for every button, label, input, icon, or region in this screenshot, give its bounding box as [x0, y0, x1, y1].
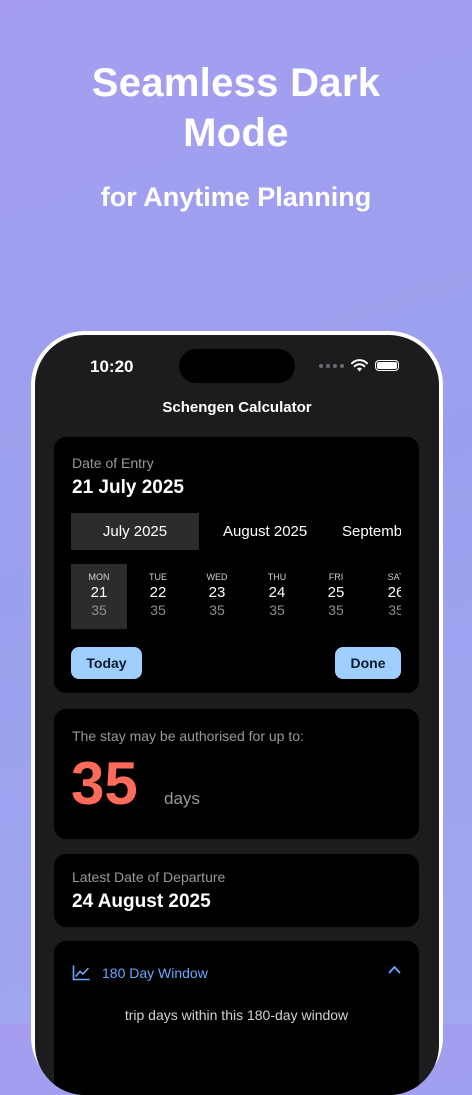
stay-label: The stay may be authorised for up to:	[72, 728, 304, 744]
day-cell-26[interactable]: SAT 26 35	[368, 564, 401, 629]
window-subtitle: trip days within this 180-day window	[124, 1007, 349, 1023]
nav-title: Schengen Calculator	[162, 399, 312, 416]
day-remaining-count: 35	[209, 602, 225, 618]
window-card[interactable]: 180 Day Window trip days within this 180…	[54, 941, 419, 1095]
promo-headline: Seamless Dark Mode	[0, 58, 472, 158]
day-selector: MON 21 35 TUE 22 35 WED 23 35 THU 24 35 …	[71, 564, 401, 629]
day-number: 21	[90, 584, 108, 601]
entry-label: Date of Entry	[72, 455, 154, 471]
status-icons	[319, 359, 399, 372]
day-remaining-count: 35	[91, 602, 107, 618]
entry-date-value: 21 July 2025	[72, 477, 184, 498]
battery-icon	[375, 360, 399, 371]
day-remaining-count: 35	[150, 602, 166, 618]
month-tab-august[interactable]: August 2025	[223, 513, 307, 550]
day-number: 22	[149, 584, 167, 601]
stay-duration-card: The stay may be authorised for up to: 35…	[54, 709, 419, 839]
day-weekday: TUE	[149, 572, 167, 582]
day-weekday: THU	[267, 572, 287, 582]
day-cell-21[interactable]: MON 21 35	[71, 564, 127, 629]
dynamic-island	[179, 349, 295, 383]
month-tab-july[interactable]: July 2025	[71, 513, 199, 550]
day-remaining-count: 35	[269, 602, 285, 618]
day-number: 25	[327, 584, 345, 601]
day-remaining-count: 35	[388, 602, 401, 618]
done-button[interactable]: Done	[335, 647, 401, 679]
day-remaining-count: 35	[328, 602, 344, 618]
day-cell-23[interactable]: WED 23 35	[189, 564, 245, 629]
departure-label: Latest Date of Departure	[72, 869, 226, 885]
month-tab-september[interactable]: September 2025	[342, 513, 401, 550]
wifi-icon	[351, 359, 368, 372]
chevron-up-icon[interactable]	[388, 965, 401, 974]
stay-days-unit: days	[164, 789, 200, 808]
day-cell-22[interactable]: TUE 22 35	[130, 564, 186, 629]
entry-date-card: Date of Entry 21 July 2025 July 2025 Aug…	[54, 437, 419, 693]
phone-screen: 10:20 Schengen Calculator Date of Entry …	[35, 335, 439, 1095]
chart-line-icon	[72, 965, 90, 981]
day-weekday: MON	[88, 572, 110, 582]
day-cell-25[interactable]: FRI 25 35	[308, 564, 364, 629]
departure-card: Latest Date of Departure 24 August 2025	[54, 854, 419, 927]
stay-days-value: 35	[71, 750, 138, 817]
promo-subheadline: for Anytime Planning	[100, 182, 372, 212]
promo-headline-line1: Seamless Dark	[91, 61, 381, 105]
day-number: 24	[268, 584, 286, 601]
day-weekday: SAT	[387, 572, 401, 582]
day-number: 23	[208, 584, 226, 601]
day-number: 26	[387, 584, 401, 601]
day-weekday: WED	[206, 572, 228, 582]
today-button[interactable]: Today	[71, 647, 142, 679]
status-time: 10:20	[90, 357, 134, 376]
promo-headline-line2: Mode	[183, 111, 289, 155]
window-title: 180 Day Window	[102, 965, 208, 981]
departure-date-value: 24 August 2025	[72, 891, 211, 912]
day-weekday: FRI	[328, 572, 344, 582]
cellular-signal-icon	[319, 363, 344, 368]
day-cell-24[interactable]: THU 24 35	[249, 564, 305, 629]
month-selector: July 2025 August 2025 September 2025	[71, 513, 401, 550]
